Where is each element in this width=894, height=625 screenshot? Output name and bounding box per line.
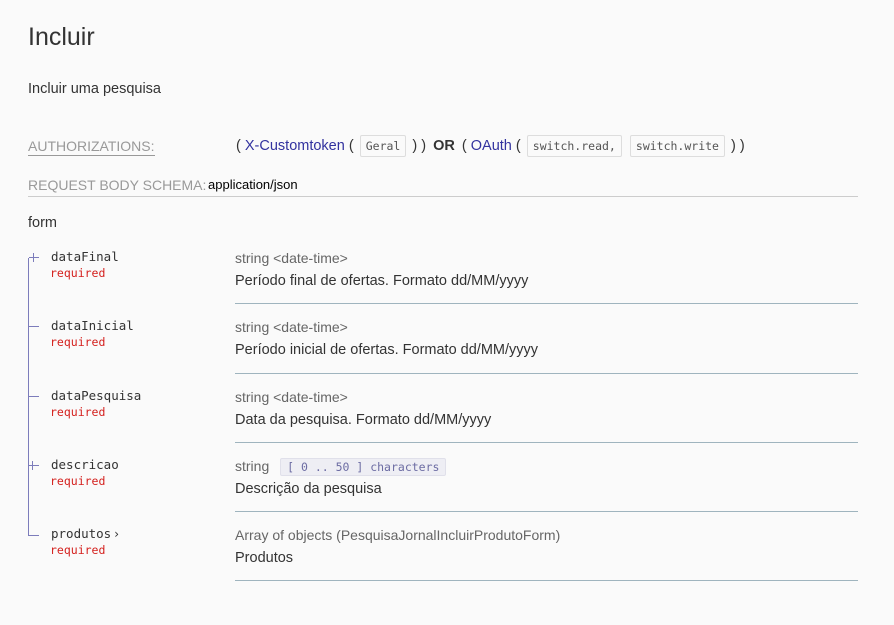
property-type: string <date-time>	[235, 319, 348, 335]
property-name: descricao	[51, 457, 119, 472]
paren-open: (	[236, 138, 241, 154]
property-description: Data da pesquisa. Formato dd/MM/yyyy	[235, 412, 492, 428]
property-type: string <date-time>	[235, 389, 348, 405]
property-name-cell: descricao required	[28, 458, 228, 518]
request-body-schema-label: REQUEST BODY SCHEMA:	[28, 177, 207, 193]
authorizations-row: AUTHORIZATIONS: ( X-Customtoken ( Geral …	[28, 134, 858, 158]
tree-branch-line	[29, 465, 39, 466]
length-constraint-badge: [ 0 .. 50 ] characters	[280, 458, 447, 477]
or-separator: OR	[433, 138, 455, 154]
property-name: dataFinal	[51, 249, 119, 264]
property-detail-cell: string [ 0 .. 50 ] characters Descrição …	[235, 458, 858, 512]
required-label: required	[50, 335, 106, 349]
tree-branch-line	[29, 257, 39, 258]
required-label: required	[50, 405, 106, 419]
paren-close: ) )	[731, 138, 745, 154]
property-detail-cell: string <date-time> Data da pesquisa. For…	[235, 389, 858, 443]
property-type-line: string [ 0 .. 50 ] characters	[235, 458, 858, 477]
property-detail-cell: string <date-time> Período final de ofer…	[235, 250, 858, 304]
chevron-right-icon[interactable]: ›	[114, 527, 119, 541]
scope-badge: switch.write	[629, 135, 725, 158]
tree-branch-cap	[32, 461, 33, 470]
paren-open: (	[348, 138, 354, 154]
tree-branch-line	[29, 396, 39, 397]
property-detail-cell: string <date-time> Período inicial de of…	[235, 319, 858, 374]
property-name: dataPesquisa	[51, 388, 142, 403]
required-label: required	[50, 543, 106, 557]
property-type: string	[235, 458, 270, 474]
authorizations-values: ( X-Customtoken ( Geral ) ) OR ( OAuth (…	[236, 134, 745, 158]
operation-page: Incluir Incluir uma pesquisa AUTHORIZATI…	[0, 0, 894, 625]
property-name: dataInicial	[51, 318, 134, 333]
schema-name: form	[28, 215, 57, 231]
content-type-value: application/json	[208, 177, 298, 192]
authorizations-label: AUTHORIZATIONS:	[28, 138, 155, 156]
tree-branch-cap	[33, 253, 34, 262]
required-label: required	[50, 474, 106, 488]
security-scheme-link-oauth[interactable]: OAuth	[471, 138, 512, 154]
property-name-cell: dataFinal required	[28, 250, 228, 310]
scope-badge: Geral	[359, 135, 407, 158]
property-detail-cell: Array of objects (PesquisaJornalIncluirP…	[235, 527, 858, 581]
property-type: string <date-time>	[235, 250, 348, 266]
property-name[interactable]: produtos	[51, 526, 111, 541]
property-name-cell: dataInicial required	[28, 319, 228, 379]
operation-description: Incluir uma pesquisa	[28, 81, 161, 97]
property-name-cell: dataPesquisa required	[28, 389, 228, 449]
tree-branch-line	[29, 326, 39, 327]
property-description: Período inicial de ofertas. Formato dd/M…	[235, 342, 539, 358]
paren-open: (	[515, 138, 521, 154]
property-name-expandable[interactable]: produtos ›	[51, 526, 119, 542]
paren-open: (	[461, 138, 467, 154]
security-scheme-link-customtoken[interactable]: X-Customtoken	[245, 138, 345, 154]
property-type: Array of objects (PesquisaJornalIncluirP…	[235, 527, 561, 543]
property-description: Período final de ofertas. Formato dd/MM/…	[235, 273, 529, 289]
tree-branch-line	[29, 535, 39, 536]
property-description: Descrição da pesquisa	[235, 481, 382, 498]
page-title: Incluir	[28, 23, 95, 51]
request-body-schema-row: REQUEST BODY SCHEMA: application/json	[28, 174, 858, 197]
property-name-cell: produtos › required	[28, 527, 228, 587]
property-description: Produtos	[235, 550, 294, 566]
paren-close: ) )	[412, 138, 427, 154]
scope-badge: switch.read,	[526, 135, 622, 158]
required-label: required	[50, 266, 106, 280]
